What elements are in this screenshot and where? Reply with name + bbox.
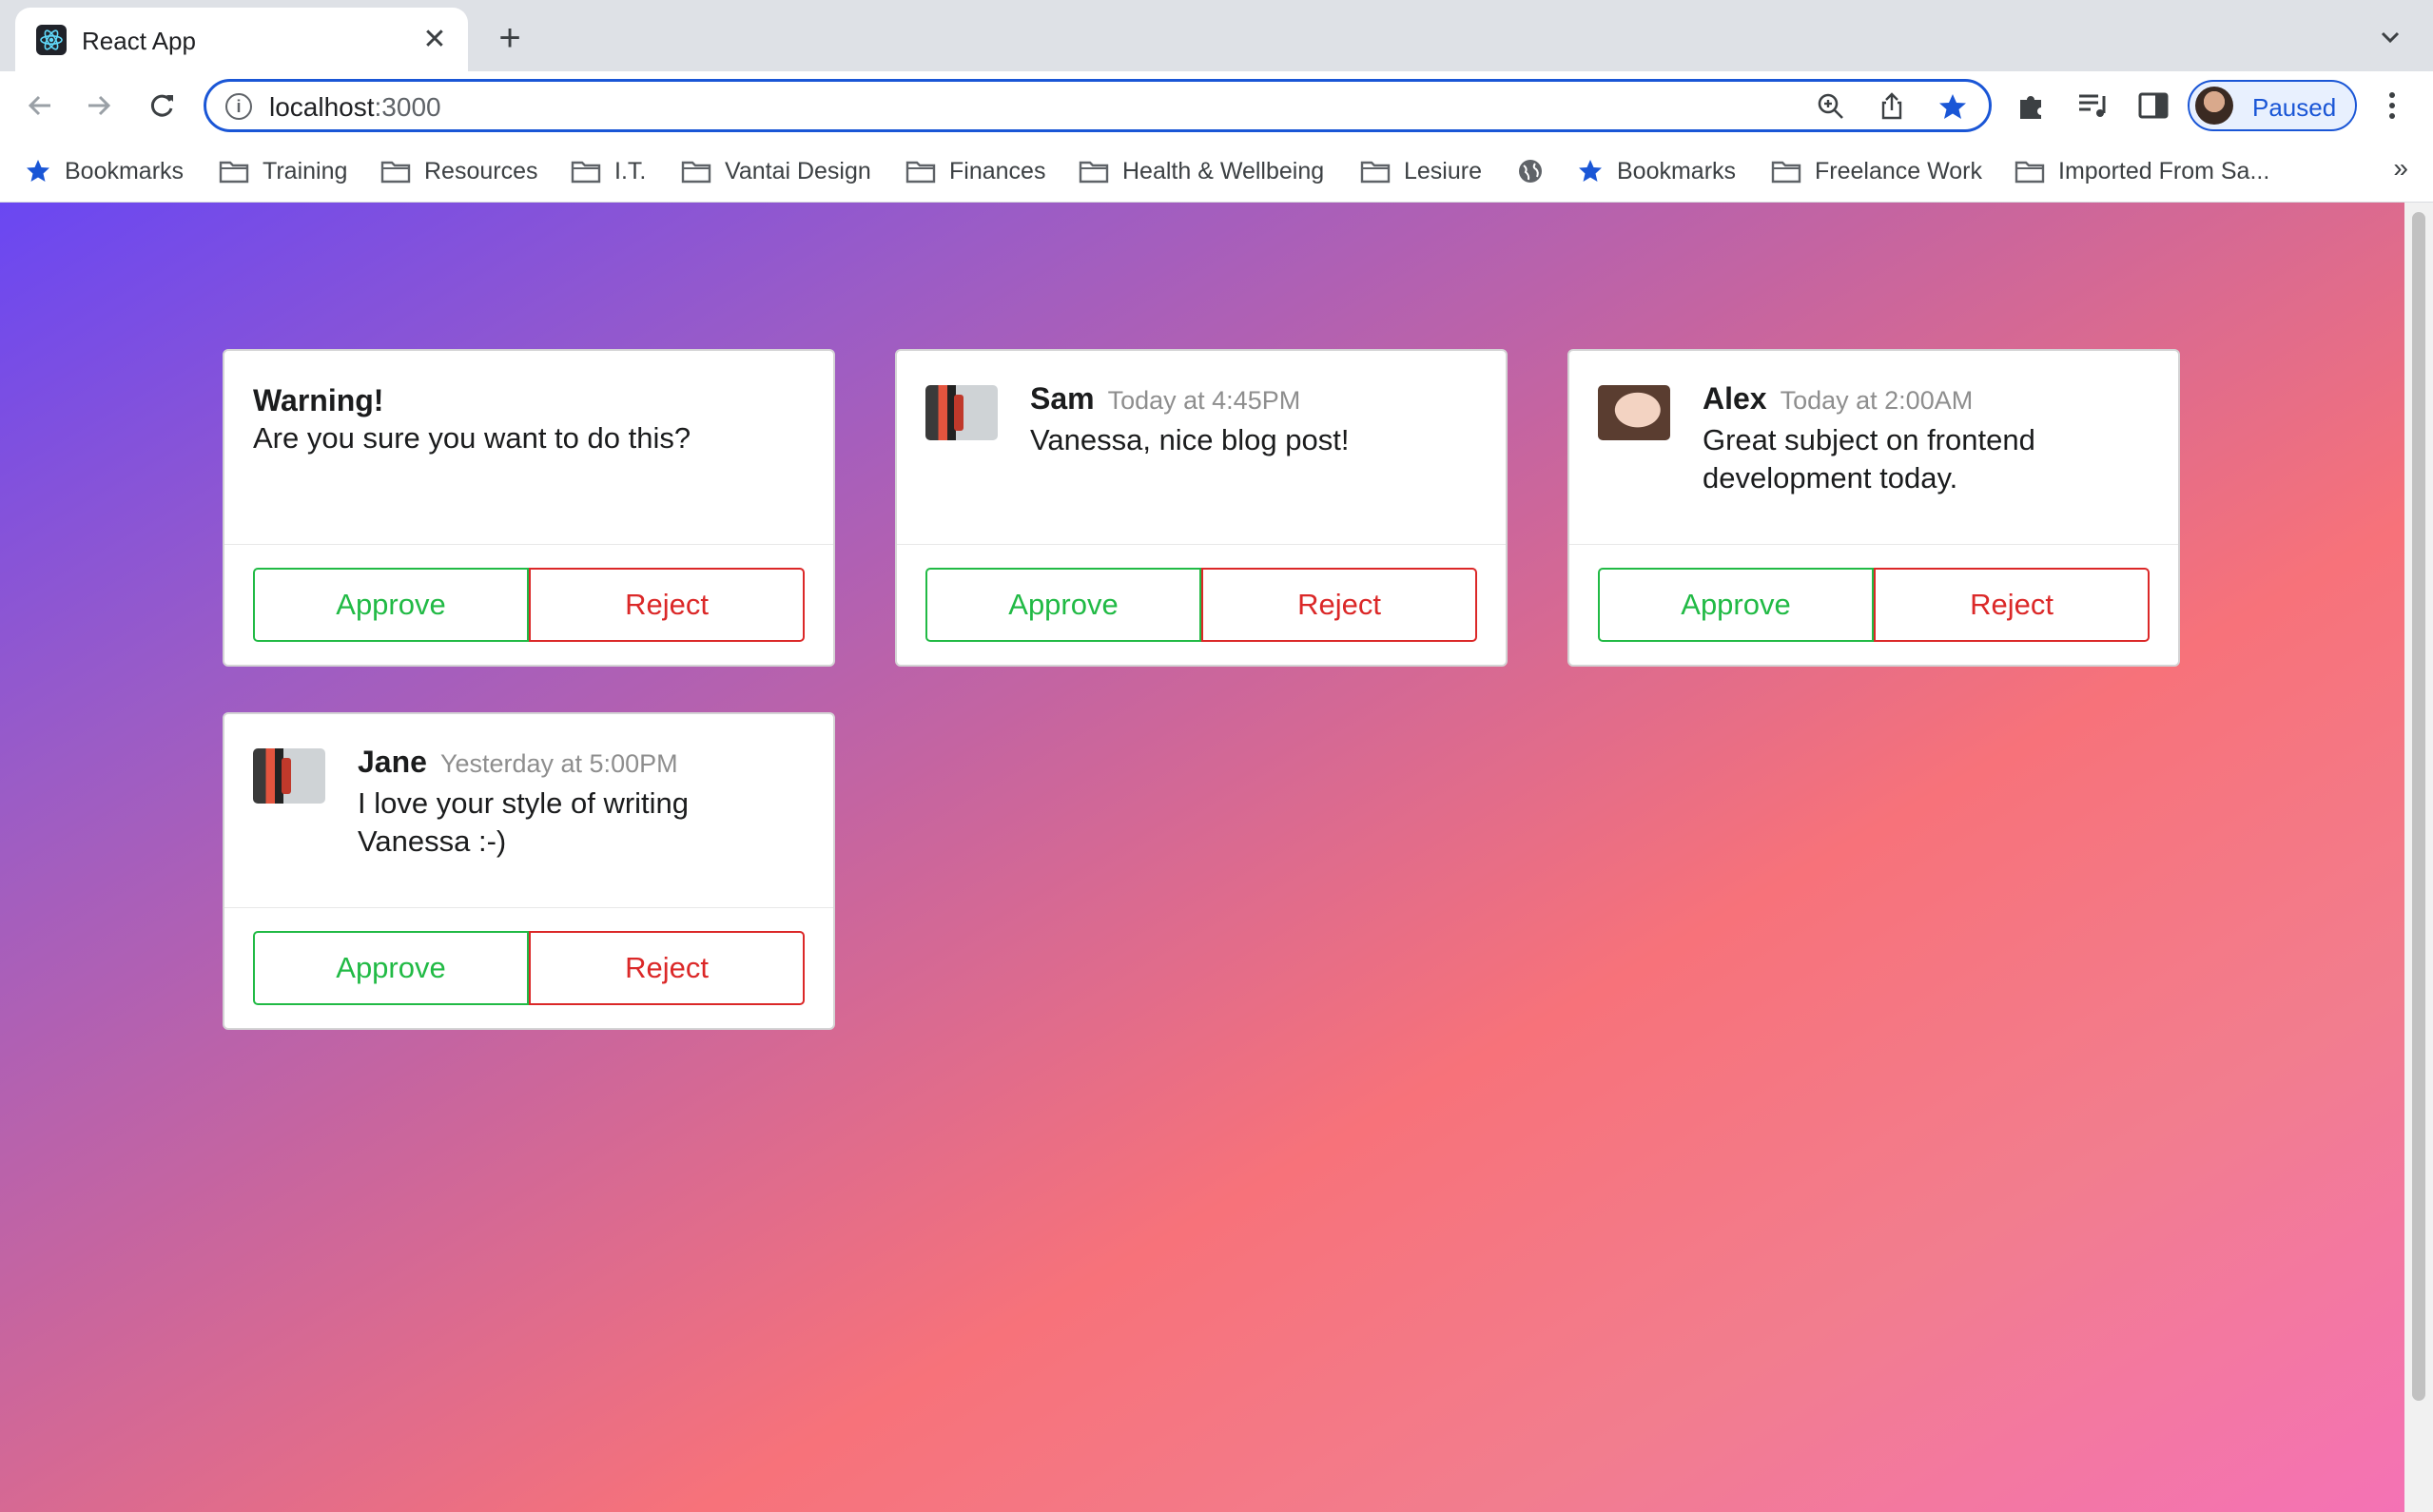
folder-icon: [1079, 159, 1109, 184]
approve-button[interactable]: Approve: [1598, 568, 1874, 642]
bookmark-item[interactable]: Health & Wellbeing: [1079, 155, 1324, 187]
vertical-scrollbar[interactable]: [2404, 203, 2433, 1512]
avatar: [1598, 385, 1670, 440]
bookmark-item[interactable]: [1516, 155, 1545, 187]
site-info-icon[interactable]: i: [225, 93, 252, 120]
bookmark-label: Resources: [424, 157, 538, 184]
folder-icon: [380, 159, 411, 184]
zoom-icon[interactable]: [1816, 91, 1846, 122]
warning-message: Are you sure you want to do this?: [253, 421, 691, 455]
page-viewport: Warning! Are you sure you want to do thi…: [0, 203, 2433, 1512]
bookmark-label: Training: [263, 157, 348, 184]
bookmark-label: Freelance Work: [1815, 157, 1982, 184]
comment-card-sam: Sam Today at 4:45PM Vanessa, nice blog p…: [895, 349, 1508, 667]
avatar: [925, 385, 998, 440]
comment-card-jane: Jane Yesterday at 5:00PM I love your sty…: [223, 712, 835, 1030]
new-tab-icon[interactable]: +: [491, 17, 529, 59]
comment-text: Vanessa, nice blog post!: [1030, 423, 1350, 456]
browser-toolbar: i localhost:3000 Paused: [0, 71, 2433, 140]
approve-button[interactable]: Approve: [253, 568, 529, 642]
bookmark-item[interactable]: Freelance Work: [1771, 155, 1982, 187]
bookmark-label: Lesiure: [1404, 157, 1482, 184]
globe-icon: [1516, 157, 1545, 185]
bookmark-item[interactable]: I.T.: [571, 155, 646, 187]
bookmark-label: Health & Wellbeing: [1122, 157, 1325, 184]
tab-strip: React App ✕ +: [0, 0, 2433, 71]
reject-button[interactable]: Reject: [1201, 568, 1477, 642]
reject-button[interactable]: Reject: [529, 568, 805, 642]
bookmark-item[interactable]: Imported From Sa...: [2015, 155, 2269, 187]
share-icon[interactable]: [1877, 91, 1907, 122]
folder-icon: [681, 159, 711, 184]
warning-title: Warning!: [253, 383, 384, 417]
more-menu-icon[interactable]: [2378, 85, 2406, 126]
comment-timestamp: Today at 4:45PM: [1107, 386, 1301, 415]
profile-button[interactable]: Paused: [2188, 80, 2357, 131]
reject-button[interactable]: Reject: [529, 931, 805, 1005]
side-panel-icon[interactable]: [2136, 88, 2170, 123]
star-icon: [25, 158, 51, 184]
bookmark-item[interactable]: Vantai Design: [681, 155, 871, 187]
comment-timestamp: Yesterday at 5:00PM: [439, 749, 678, 778]
profile-status-label: Paused: [2252, 93, 2337, 122]
folder-icon: [905, 159, 936, 184]
comment-timestamp: Today at 2:00AM: [1780, 386, 1974, 415]
tab-title: React App: [82, 27, 196, 55]
comment-text: I love your style of writing Vanessa :-): [358, 786, 690, 858]
approve-button[interactable]: Approve: [925, 568, 1201, 642]
react-logo-icon: [36, 25, 67, 55]
comment-author[interactable]: Sam: [1030, 379, 1095, 417]
folder-icon: [2015, 159, 2045, 184]
avatar: [253, 748, 325, 804]
bookmark-item[interactable]: Resources: [380, 155, 538, 187]
bookmarks-bar: Bookmarks Training Resources I.T. Vantai Des…: [0, 140, 2433, 203]
scrollbar-thumb[interactable]: [2412, 212, 2425, 1401]
reject-button[interactable]: Reject: [1874, 568, 2150, 642]
bookmark-label: Finances: [949, 157, 1046, 184]
address-bar[interactable]: i localhost:3000: [204, 79, 1992, 132]
comment-author[interactable]: Alex: [1703, 379, 1767, 417]
bookmark-item[interactable]: Training: [219, 155, 347, 187]
extensions-puzzle-icon[interactable]: [2015, 88, 2049, 123]
reload-icon[interactable]: [141, 85, 183, 126]
comment-card-alex: Alex Today at 2:00AM Great subject on fr…: [1567, 349, 2180, 667]
bookmark-label: Imported From Sa...: [2058, 157, 2270, 184]
back-arrow-icon[interactable]: [19, 85, 61, 126]
media-queue-icon[interactable]: [2075, 88, 2110, 123]
chevron-down-icon[interactable]: [2374, 21, 2406, 53]
bookmark-item[interactable]: Bookmarks: [1577, 155, 1736, 187]
bookmark-label: Bookmarks: [65, 157, 185, 184]
folder-icon: [1771, 159, 1801, 184]
bookmark-item[interactable]: Finances: [905, 155, 1045, 187]
forward-arrow-icon[interactable]: [78, 85, 120, 126]
tab-react-app[interactable]: React App ✕: [15, 8, 468, 71]
bookmark-item[interactable]: Lesiure: [1360, 155, 1482, 187]
approve-button[interactable]: Approve: [253, 931, 529, 1005]
address-url[interactable]: localhost:3000: [269, 92, 441, 123]
bookmark-item[interactable]: Bookmarks: [25, 155, 184, 187]
folder-icon: [219, 159, 249, 184]
folder-icon: [571, 159, 601, 184]
folder-icon: [1360, 159, 1391, 184]
bookmarks-overflow-icon[interactable]: »: [2393, 153, 2408, 184]
avatar: [2195, 87, 2233, 125]
bookmark-star-icon[interactable]: [1937, 91, 1968, 122]
bookmark-label: Bookmarks: [1617, 157, 1737, 184]
close-tab-icon[interactable]: ✕: [418, 23, 451, 55]
star-icon: [1577, 158, 1604, 184]
warning-card: Warning! Are you sure you want to do thi…: [223, 349, 835, 667]
comment-text: Great subject on frontend development to…: [1703, 423, 2035, 494]
bookmark-label: Vantai Design: [725, 157, 871, 184]
bookmark-label: I.T.: [614, 157, 647, 184]
comment-author[interactable]: Jane: [358, 743, 427, 781]
